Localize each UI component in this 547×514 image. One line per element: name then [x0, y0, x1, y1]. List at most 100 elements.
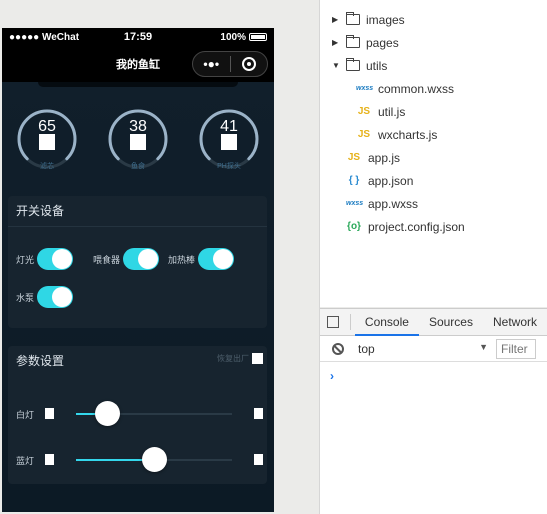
slider-thumb[interactable] — [95, 401, 121, 426]
carrier-label: ●●●●● WeChat — [9, 31, 80, 43]
page-title: 我的鱼缸 — [116, 59, 160, 71]
devtools-panel: ConsoleSourcesNetwork top ▼ › — [320, 308, 547, 514]
tree-item[interactable]: JS app.js — [346, 146, 400, 169]
context-selector[interactable]: top ▼ — [358, 342, 488, 356]
switch-label: 喂食器 — [93, 254, 121, 265]
tree-item-label: common.wxss — [378, 81, 455, 96]
switch-card-title: 开关设备 — [16, 204, 65, 218]
folder-icon — [346, 58, 360, 71]
tree-item-label: util.js — [378, 104, 406, 119]
status-bar: ●●●●● WeChat 17:59 100% — [2, 28, 274, 46]
console-toolbar: top ▼ — [320, 336, 547, 362]
tree-item[interactable]: ▼ utils — [332, 54, 387, 77]
switch-feeder: 喂食器 — [93, 248, 160, 270]
tab-console[interactable]: Console — [354, 309, 419, 336]
tree-item[interactable]: {o} project.config.json — [346, 215, 465, 238]
caret-down-icon: ▼ — [479, 341, 488, 352]
gauge-filter: 65 滤芯 — [16, 108, 78, 174]
tree-item-label: app.json — [368, 173, 414, 188]
nav-bar: 我的鱼缸 •●• — [2, 46, 274, 82]
tree-item[interactable]: JS util.js — [356, 100, 405, 123]
slider-track[interactable] — [76, 447, 232, 472]
expanded-arrow-icon[interactable]: ▼ — [332, 61, 340, 70]
tree-item-label: app.js — [368, 150, 401, 165]
clear-console-icon[interactable] — [332, 342, 344, 355]
gauge-food: 38 鱼食 — [107, 108, 169, 174]
slider-track[interactable] — [76, 401, 232, 426]
json-file-icon: { } — [348, 175, 360, 186]
tree-item-label: pages — [366, 35, 399, 50]
gauge-marker — [39, 134, 55, 150]
header-lip — [38, 82, 238, 87]
slider-white-light: 白灯 — [8, 401, 267, 427]
slider-label: 白灯 — [16, 410, 35, 420]
config-file-icon: {o} — [347, 221, 361, 232]
tree-item[interactable]: ▶ images — [332, 8, 405, 31]
switch-card: 开关设备 灯光 喂食器 加热棒 水泵 — [8, 196, 267, 328]
slider-min-marker — [45, 454, 54, 465]
reset-checkbox[interactable] — [252, 353, 263, 364]
light-toggle[interactable] — [37, 248, 74, 270]
slider-max-marker — [254, 454, 263, 465]
tree-item[interactable]: wxss app.wxss — [346, 192, 418, 215]
tree-item-label: utils — [366, 58, 388, 73]
gauge-row: 65 滤芯 38 鱼食 41 PH探头 — [2, 108, 274, 178]
tree-item-label: project.config.json — [368, 219, 465, 234]
screen: ●●●●● WeChat 17:59 100% 我的鱼缸 •●• 65 滤芯 3… — [0, 0, 547, 514]
tree-item-label: app.wxss — [368, 196, 419, 211]
params-card: 参数设置 恢复出厂 白灯 蓝灯 — [8, 346, 267, 484]
more-icon[interactable]: •●• — [193, 57, 230, 71]
heater-toggle[interactable] — [198, 248, 235, 270]
devtools-tabs: Console Sources Network — [320, 309, 547, 336]
pump-toggle[interactable] — [37, 286, 74, 308]
battery-percent: 100% — [220, 31, 246, 43]
divider — [350, 314, 351, 330]
divider — [8, 226, 267, 227]
tree-item[interactable]: JS wxcharts.js — [356, 123, 437, 146]
phone-simulator: ●●●●● WeChat 17:59 100% 我的鱼缸 •●• 65 滤芯 3… — [2, 28, 274, 512]
gauge-label: PH探头 — [217, 163, 241, 170]
switch-label: 灯光 — [16, 254, 35, 265]
tree-item-label: wxcharts.js — [378, 127, 438, 142]
tree-item[interactable]: { } app.json — [346, 169, 414, 192]
tree-item[interactable]: ▶ pages — [332, 31, 399, 54]
gauge-label: 鱼食 — [131, 163, 145, 170]
factory-reset[interactable]: 恢复出厂 — [217, 353, 263, 364]
tab-sources[interactable]: Sources — [419, 309, 483, 336]
page-content: 65 滤芯 38 鱼食 41 PH探头 开关设备 灯光 喂食器 加热棒 水泵 参… — [2, 82, 274, 512]
battery-icon — [249, 33, 267, 41]
reset-label: 恢复出厂 — [217, 354, 249, 363]
tree-item[interactable]: wxss common.wxss — [356, 77, 454, 100]
switch-light: 灯光 — [16, 248, 74, 270]
tab-network[interactable]: Network — [483, 309, 547, 336]
clock: 17:59 — [123, 31, 153, 43]
console-prompt[interactable]: › — [330, 369, 334, 383]
slider-max-marker — [254, 408, 263, 419]
wxss-file-icon: wxss — [346, 200, 364, 207]
js-file-icon: JS — [357, 106, 371, 117]
slider-thumb[interactable] — [142, 447, 167, 472]
folder-icon — [346, 35, 360, 48]
inspect-element-icon[interactable] — [320, 316, 346, 328]
slider-label: 蓝灯 — [16, 456, 35, 466]
filter-input[interactable] — [496, 338, 536, 359]
wxss-file-icon: wxss — [356, 85, 374, 92]
context-value: top — [358, 341, 375, 356]
js-file-icon: JS — [357, 129, 371, 140]
collapsed-arrow-icon[interactable]: ▶ — [332, 15, 340, 24]
file-explorer: ▶ images ▶ pages ▼ utils wxss common.wxss JS util… — [320, 0, 547, 307]
menu-capsule: •●• — [192, 51, 268, 77]
tree-item-label: images — [366, 12, 405, 27]
slider-min-marker — [45, 408, 54, 419]
gauge-marker — [221, 134, 237, 150]
gauge-marker — [130, 134, 146, 150]
feeder-toggle[interactable] — [123, 248, 160, 270]
switch-pump: 水泵 — [16, 286, 74, 308]
gauge-label: 滤芯 — [40, 163, 54, 170]
collapsed-arrow-icon[interactable]: ▶ — [332, 38, 340, 47]
switch-label: 加热棒 — [168, 254, 196, 265]
folder-icon — [346, 12, 360, 25]
close-target-icon[interactable] — [231, 57, 268, 72]
switch-label: 水泵 — [16, 292, 35, 303]
js-file-icon: JS — [347, 152, 361, 163]
